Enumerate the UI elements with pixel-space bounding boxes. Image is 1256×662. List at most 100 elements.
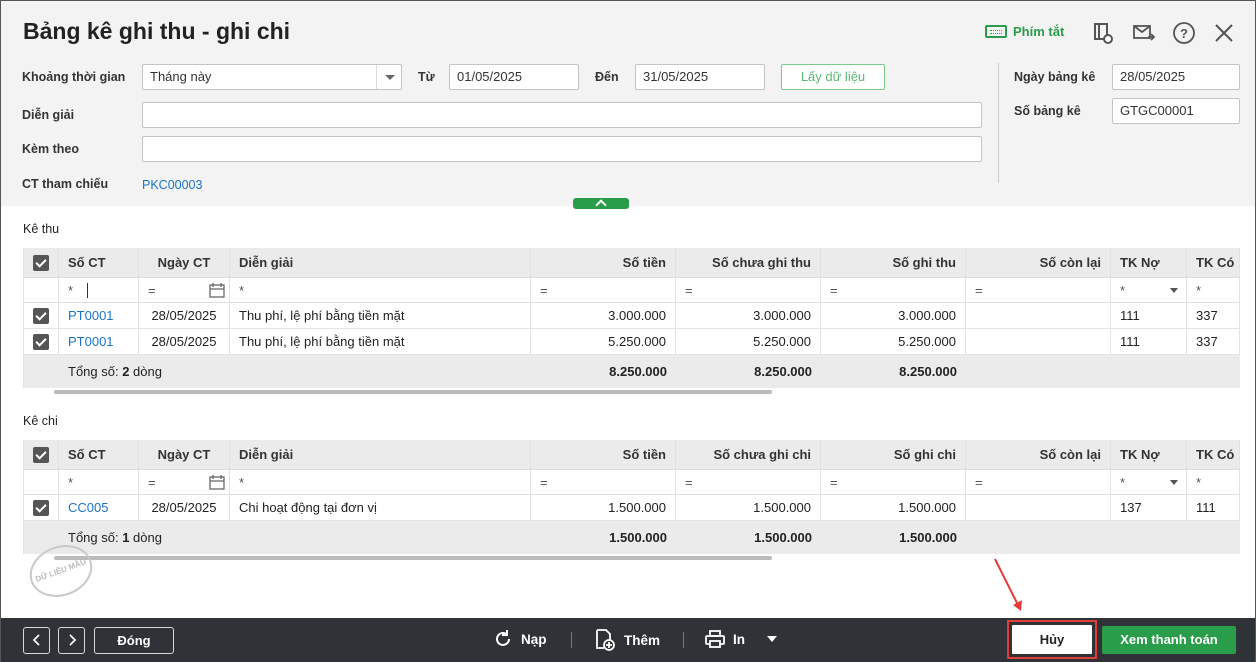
filter-op[interactable]: *: [1196, 475, 1201, 490]
filter-op[interactable]: =: [975, 475, 983, 490]
get-data-button[interactable]: Lấy dữ liệu: [781, 64, 885, 90]
close-button[interactable]: Đóng: [94, 627, 174, 654]
filter-remaining[interactable]: =: [966, 278, 1111, 302]
filter-recorded[interactable]: =: [821, 278, 966, 302]
chevron-down-icon[interactable]: [767, 636, 777, 642]
highlight-box: [1007, 620, 1097, 659]
col-desc[interactable]: Diễn giải: [230, 440, 531, 469]
row-checkbox[interactable]: [24, 329, 59, 354]
col-desc[interactable]: Diễn giải: [230, 248, 531, 277]
filter-op[interactable]: =: [540, 283, 548, 298]
filter-doc[interactable]: *: [59, 470, 139, 494]
chevron-down-icon[interactable]: [376, 65, 401, 89]
table-header: Số CT Ngày CT Diễn giải Số tiền Số chưa …: [24, 248, 1240, 278]
filter-op[interactable]: *: [239, 475, 244, 490]
filter-amount[interactable]: =: [531, 470, 676, 494]
filter-date[interactable]: =: [139, 470, 230, 494]
amount-cell: 5.250.000: [531, 329, 676, 354]
text-cursor: [87, 282, 89, 298]
print-button[interactable]: In: [705, 629, 777, 649]
table-row[interactable]: CC005 28/05/2025 Chi hoạt động tại đơn v…: [24, 495, 1240, 521]
period-select[interactable]: Tháng này: [142, 64, 402, 90]
prev-button[interactable]: [23, 627, 50, 654]
col-debit[interactable]: TK Nợ: [1111, 248, 1187, 277]
col-recorded[interactable]: Số ghi chi: [821, 440, 966, 469]
add-button[interactable]: Thêm: [594, 629, 660, 651]
col-credit[interactable]: TK Có: [1187, 440, 1240, 469]
doc-link[interactable]: CC005: [59, 495, 139, 520]
filter-op[interactable]: *: [1120, 283, 1125, 298]
filter-debit[interactable]: *: [1111, 470, 1187, 494]
filter-op[interactable]: =: [540, 475, 548, 490]
email-icon[interactable]: [1132, 21, 1156, 45]
horizontal-scrollbar[interactable]: [54, 390, 772, 394]
col-doc[interactable]: Số CT: [59, 248, 139, 277]
filter-op[interactable]: =: [685, 283, 693, 298]
description-field[interactable]: [142, 102, 982, 128]
chevron-right-icon: [68, 634, 76, 646]
filter-op[interactable]: =: [685, 475, 693, 490]
filter-op[interactable]: =: [830, 475, 838, 490]
filter-pending[interactable]: =: [676, 278, 821, 302]
col-date[interactable]: Ngày CT: [139, 248, 230, 277]
filter-amount[interactable]: =: [531, 278, 676, 302]
filter-op[interactable]: *: [1120, 475, 1125, 490]
col-remaining[interactable]: Số còn lại: [966, 248, 1111, 277]
col-amount[interactable]: Số tiền: [531, 248, 676, 277]
col-doc[interactable]: Số CT: [59, 440, 139, 469]
col-pending[interactable]: Số chưa ghi thu: [676, 248, 821, 277]
to-date-field[interactable]: 31/05/2025: [635, 64, 765, 90]
table-row[interactable]: PT0001 28/05/2025 Thu phí, lệ phí bằng t…: [24, 303, 1240, 329]
filter-desc[interactable]: *: [230, 470, 531, 494]
filter-desc[interactable]: *: [230, 278, 531, 302]
statement-date-field[interactable]: 28/05/2025: [1112, 64, 1240, 90]
col-recorded[interactable]: Số ghi thu: [821, 248, 966, 277]
doc-link[interactable]: PT0001: [59, 303, 139, 328]
filter-op[interactable]: =: [148, 475, 156, 490]
hotkey-button[interactable]: Phím tắt: [985, 24, 1064, 39]
col-remaining[interactable]: Số còn lại: [966, 440, 1111, 469]
filter-op[interactable]: *: [1196, 283, 1201, 298]
row-checkbox[interactable]: [24, 303, 59, 328]
filter-op[interactable]: =: [830, 283, 838, 298]
view-book-icon[interactable]: [1091, 21, 1115, 45]
col-pending[interactable]: Số chưa ghi chi: [676, 440, 821, 469]
view-payment-button[interactable]: Xem thanh toán: [1102, 626, 1236, 654]
filter-date[interactable]: =: [139, 278, 230, 302]
calendar-icon[interactable]: [209, 283, 225, 298]
filter-recorded[interactable]: =: [821, 470, 966, 494]
filter-op[interactable]: *: [68, 283, 73, 298]
calendar-icon[interactable]: [209, 475, 225, 490]
select-all-checkbox[interactable]: [24, 440, 59, 469]
col-credit[interactable]: TK Có: [1187, 248, 1240, 277]
filter-remaining[interactable]: =: [966, 470, 1111, 494]
collapse-header-button[interactable]: [573, 198, 629, 209]
table-row[interactable]: PT0001 28/05/2025 Thu phí, lệ phí bằng t…: [24, 329, 1240, 355]
filter-op[interactable]: *: [239, 283, 244, 298]
reference-link[interactable]: PKC00003: [142, 178, 202, 192]
filter-op[interactable]: =: [148, 283, 156, 298]
filter-credit[interactable]: *: [1187, 278, 1240, 302]
chevron-down-icon[interactable]: [1170, 480, 1178, 485]
filter-credit[interactable]: *: [1187, 470, 1240, 494]
reload-button[interactable]: Nạp: [493, 629, 547, 649]
col-amount[interactable]: Số tiền: [531, 440, 676, 469]
row-checkbox[interactable]: [24, 495, 59, 520]
help-icon[interactable]: ?: [1172, 21, 1196, 45]
close-icon[interactable]: [1212, 21, 1236, 45]
next-button[interactable]: [58, 627, 85, 654]
doc-link[interactable]: PT0001: [59, 329, 139, 354]
filter-debit[interactable]: *: [1111, 278, 1187, 302]
filter-op[interactable]: *: [68, 475, 73, 490]
select-all-checkbox[interactable]: [24, 248, 59, 277]
horizontal-scrollbar[interactable]: [54, 556, 772, 560]
col-date[interactable]: Ngày CT: [139, 440, 230, 469]
filter-op[interactable]: =: [975, 283, 983, 298]
attachment-field[interactable]: [142, 136, 982, 162]
chevron-down-icon[interactable]: [1170, 288, 1178, 293]
from-date-field[interactable]: 01/05/2025: [449, 64, 579, 90]
filter-doc[interactable]: *: [59, 278, 139, 302]
statement-number-field[interactable]: GTGC00001: [1112, 98, 1240, 124]
col-debit[interactable]: TK Nợ: [1111, 440, 1187, 469]
filter-pending[interactable]: =: [676, 470, 821, 494]
